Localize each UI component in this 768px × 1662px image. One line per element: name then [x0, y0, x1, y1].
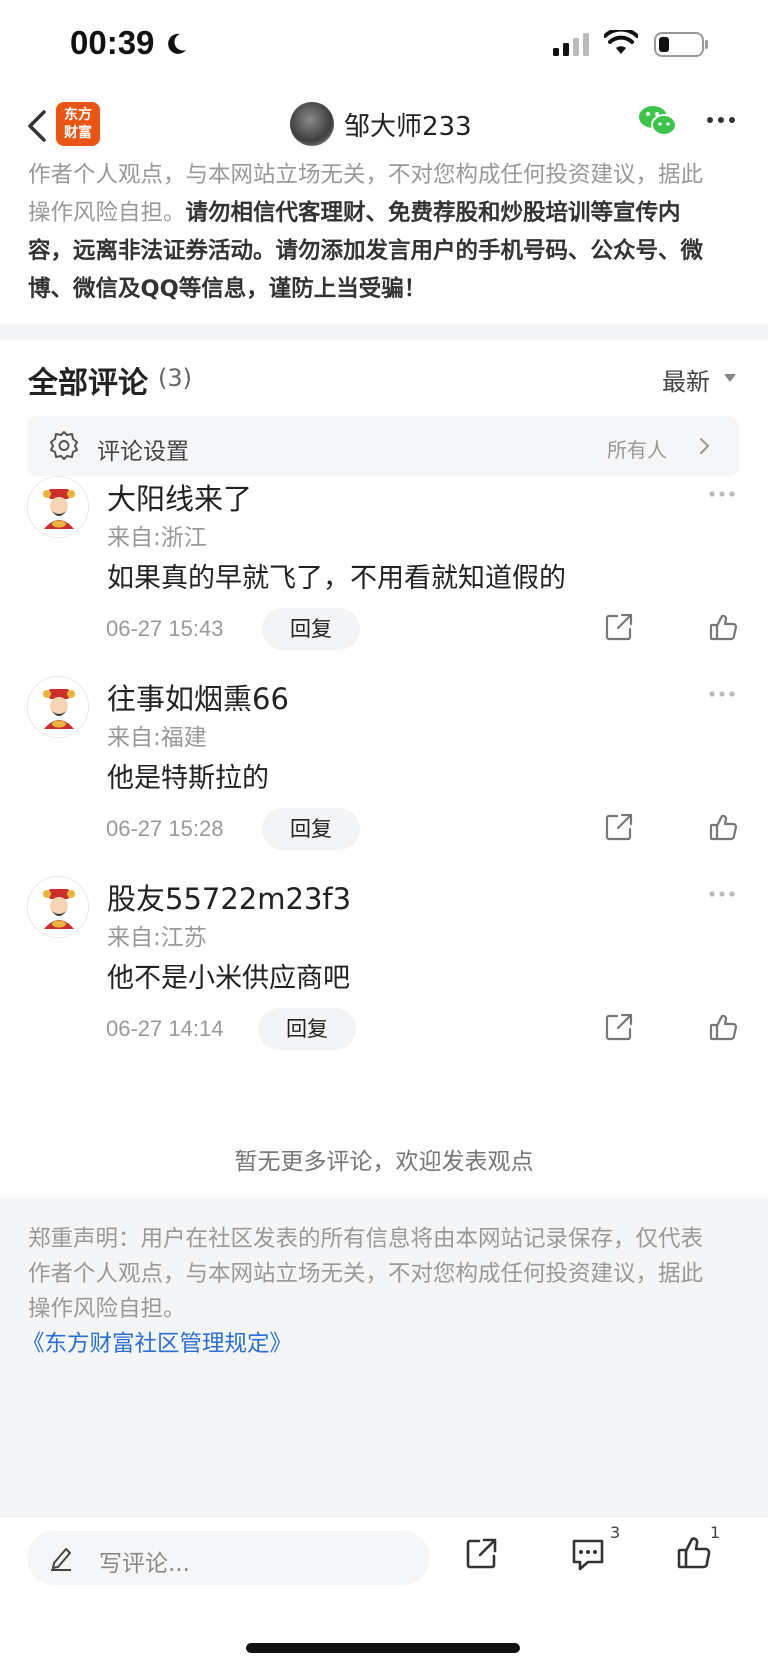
more-icon[interactable] [708, 490, 736, 498]
section-divider [0, 324, 768, 340]
thumbs-up-icon[interactable] [708, 612, 738, 642]
comments-count: (3) [158, 364, 192, 392]
thumbs-up-icon[interactable] [708, 1012, 738, 1042]
share-icon[interactable] [464, 1537, 498, 1571]
back-icon[interactable] [22, 104, 56, 148]
like-count-badge: 1 [710, 1523, 721, 1542]
community-rules-link[interactable]: 《东方财富社区管理规定》 [22, 1327, 740, 1362]
status-bar: 00:39 [0, 0, 768, 92]
wechat-icon[interactable] [638, 104, 678, 138]
avatar[interactable] [27, 476, 89, 538]
gear-icon [50, 431, 78, 460]
avatar[interactable] [27, 876, 89, 938]
comment-placeholder: 写评论... [99, 1551, 190, 1577]
caret-down-icon[interactable] [724, 374, 736, 382]
moon-icon [168, 33, 186, 54]
share-icon[interactable] [604, 1012, 634, 1042]
pen-icon [51, 1548, 71, 1571]
disclaimer-line: 作者个人观点，与本网站立场无关，不对您构成任何投资建议，据此 [28, 162, 704, 188]
comment-author[interactable]: 大阳线来了 [107, 476, 252, 518]
app-logo-line2: 财富 [64, 125, 92, 141]
thumbs-up-icon[interactable] [676, 1535, 712, 1571]
comment-location: 来自:浙江 [107, 525, 207, 551]
comment-text: 如果真的早就飞了，不用看就知道假的 [107, 563, 566, 594]
caishen-avatar-icon [29, 478, 88, 537]
comment-item: 大阳线来了 来自:浙江 如果真的早就飞了，不用看就知道假的 06-27 15:4… [0, 476, 768, 676]
no-more-comments: 暂无更多评论，欢迎发表观点 [234, 1149, 534, 1175]
avatar[interactable] [27, 676, 89, 738]
home-indicator[interactable] [246, 1643, 520, 1653]
comment-icon[interactable] [570, 1537, 606, 1573]
caishen-avatar-icon [29, 678, 88, 737]
disclaimer-warning: 容，远离非法证券活动。请勿添加发言用户的手机号码、公众号、微 [28, 238, 704, 264]
settings-value: 所有人 [607, 438, 667, 462]
nav-bar: 东方 财富 邹大师233 [0, 92, 768, 164]
caishen-avatar-icon [29, 878, 88, 937]
more-icon[interactable] [706, 116, 736, 124]
bottom-disclaimer: 郑重声明：用户在社区发表的所有信息将由本网站记录保存，仅代表 作者个人观点，与本… [0, 1198, 768, 1516]
comment-location: 来自:福建 [107, 725, 207, 751]
sort-dropdown[interactable]: 最新 [662, 362, 710, 397]
more-icon[interactable] [708, 690, 736, 698]
disclaimer-line: 操作风险自担。 [28, 1296, 186, 1322]
comment-time: 06-27 14:14 [106, 1016, 224, 1041]
comment-time: 06-27 15:28 [106, 816, 224, 841]
author-avatar[interactable] [290, 102, 334, 146]
cellular-signal-icon [553, 33, 589, 56]
share-icon[interactable] [604, 812, 634, 842]
disclaimer-plain: 操作风险自担。 [28, 200, 186, 226]
chevron-right-icon [700, 438, 710, 454]
disclaimer-warning: 博、微信及QQ等信息，谨防上当受骗！ [28, 276, 427, 302]
comment-settings-row[interactable]: 评论设置 所有人 [27, 416, 739, 476]
comments-title: 全部评论 [28, 366, 148, 401]
status-time: 00:39 [70, 24, 155, 61]
comment-time: 06-27 15:43 [106, 616, 224, 641]
comment-text: 他不是小米供应商吧 [107, 963, 350, 994]
comment-count-badge: 3 [610, 1523, 621, 1542]
share-icon[interactable] [604, 612, 634, 642]
reply-button[interactable]: 回复 [262, 608, 360, 650]
reply-button[interactable]: 回复 [258, 1008, 356, 1050]
reply-button[interactable]: 回复 [262, 808, 360, 850]
top-disclaimer: 作者个人观点，与本网站立场无关，不对您构成任何投资建议，据此 操作风险自担。请勿… [0, 156, 768, 324]
settings-label: 评论设置 [97, 439, 189, 465]
bottom-toolbar: 写评论... 3 1 [0, 1516, 768, 1662]
more-icon[interactable] [708, 890, 736, 898]
thumbs-up-icon[interactable] [708, 812, 738, 842]
write-comment-input[interactable]: 写评论... [27, 1531, 430, 1585]
comment-author[interactable]: 股友55722m23f3 [107, 876, 351, 918]
app-logo[interactable]: 东方 财富 [56, 102, 100, 146]
comment-item: 往事如烟熏66 来自:福建 他是特斯拉的 06-27 15:28 回复 [0, 676, 768, 876]
comment-text: 他是特斯拉的 [107, 763, 269, 794]
disclaimer-warning: 请勿相信代客理财、免费荐股和炒股培训等宣传内 [185, 200, 681, 226]
disclaimer-line: 作者个人观点，与本网站立场无关，不对您构成任何投资建议，据此 [28, 1261, 704, 1287]
comment-author[interactable]: 往事如烟熏66 [107, 676, 289, 718]
app-logo-line1: 东方 [64, 107, 92, 123]
disclaimer-line: 郑重声明：用户在社区发表的所有信息将由本网站记录保存，仅代表 [28, 1226, 704, 1252]
author-name[interactable]: 邹大师233 [344, 106, 472, 143]
wifi-icon [604, 30, 638, 54]
comment-location: 来自:江苏 [107, 925, 207, 951]
disclaimer-line: 操作风险自担。请勿相信代客理财、免费荐股和炒股培训等宣传内 [28, 194, 740, 232]
comments-header: 全部评论 (3) 最新 [0, 340, 768, 410]
battery-icon [654, 32, 708, 57]
comment-item: 股友55722m23f3 来自:江苏 他不是小米供应商吧 06-27 14:14… [0, 876, 768, 1076]
